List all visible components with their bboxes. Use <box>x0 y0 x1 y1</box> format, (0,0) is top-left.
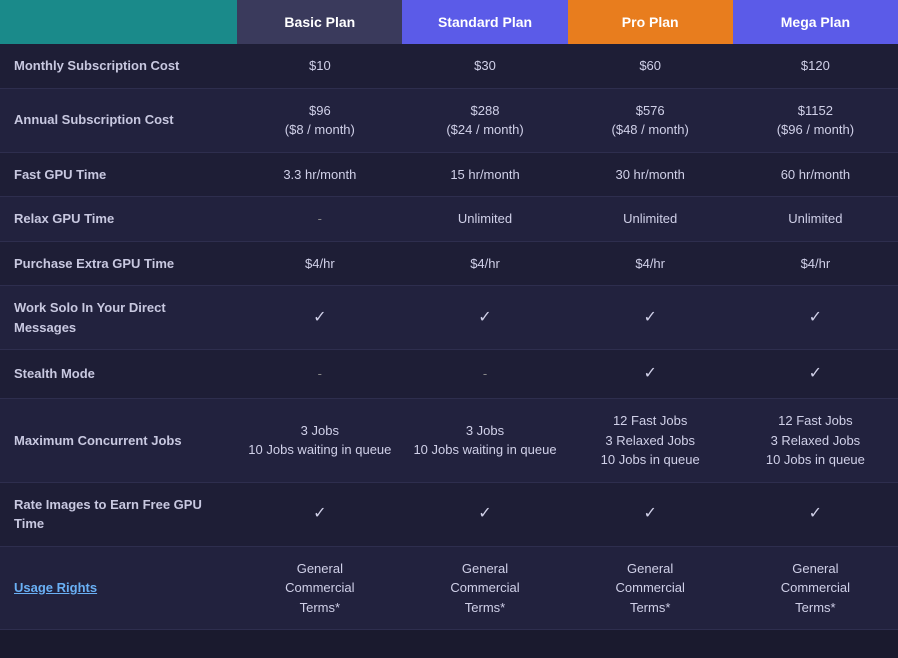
table-row: Purchase Extra GPU Time$4/hr$4/hr$4/hr$4… <box>0 241 898 286</box>
mega-cell: $120 <box>733 44 898 88</box>
mega-cell: ✓ <box>733 286 898 350</box>
table-body: Monthly Subscription Cost$10$30$60$120An… <box>0 44 898 630</box>
basic-cell: $96($8 / month) <box>237 88 402 152</box>
table-row: Stealth Mode - - ✓ ✓ <box>0 350 898 399</box>
standard-cell: - <box>402 350 567 399</box>
feature-cell: Maximum Concurrent Jobs <box>0 399 237 483</box>
feature-cell: Work Solo In Your Direct Messages <box>0 286 237 350</box>
mega-cell: Unlimited <box>733 197 898 242</box>
mega-cell: $1152($96 / month) <box>733 88 898 152</box>
checkmark-icon: ✓ <box>313 309 326 326</box>
table-row: Work Solo In Your Direct Messages ✓ ✓ ✓ ✓ <box>0 286 898 350</box>
mega-cell: 12 Fast Jobs3 Relaxed Jobs10 Jobs in que… <box>733 399 898 483</box>
basic-cell: 3.3 hr/month <box>237 152 402 197</box>
basic-cell: $4/hr <box>237 241 402 286</box>
basic-plan-header: Basic Plan <box>237 0 402 44</box>
basic-cell: - <box>237 197 402 242</box>
standard-cell: $30 <box>402 44 567 88</box>
feature-header <box>0 0 237 44</box>
standard-cell: 15 hr/month <box>402 152 567 197</box>
pro-cell: 30 hr/month <box>568 152 733 197</box>
mega-cell: $4/hr <box>733 241 898 286</box>
mega-cell: ✓ <box>733 482 898 546</box>
table-row: Usage RightsGeneralCommercialTerms*Gener… <box>0 546 898 630</box>
basic-cell: ✓ <box>237 286 402 350</box>
table-row: Rate Images to Earn Free GPU Time ✓ ✓ ✓ ✓ <box>0 482 898 546</box>
table-row: Fast GPU Time3.3 hr/month15 hr/month30 h… <box>0 152 898 197</box>
usage-rights-link[interactable]: Usage Rights <box>14 580 97 595</box>
standard-cell: $288($24 / month) <box>402 88 567 152</box>
checkmark-icon: ✓ <box>809 505 822 522</box>
standard-cell: $4/hr <box>402 241 567 286</box>
mega-cell: 60 hr/month <box>733 152 898 197</box>
checkmark-icon: ✓ <box>478 505 491 522</box>
pro-cell: Unlimited <box>568 197 733 242</box>
table-header: Basic Plan Standard Plan Pro Plan Mega P… <box>0 0 898 44</box>
dash-icon: - <box>483 366 487 381</box>
checkmark-icon: ✓ <box>643 309 656 326</box>
checkmark-icon: ✓ <box>478 309 491 326</box>
mega-plan-header: Mega Plan <box>733 0 898 44</box>
pro-cell: ✓ <box>568 482 733 546</box>
pro-cell: 12 Fast Jobs3 Relaxed Jobs10 Jobs in que… <box>568 399 733 483</box>
dash-icon: - <box>318 211 322 226</box>
table-row: Maximum Concurrent Jobs3 Jobs10 Jobs wai… <box>0 399 898 483</box>
basic-cell: $10 <box>237 44 402 88</box>
table-row: Monthly Subscription Cost$10$30$60$120 <box>0 44 898 88</box>
pro-cell: $4/hr <box>568 241 733 286</box>
table-row: Relax GPU Time-UnlimitedUnlimitedUnlimit… <box>0 197 898 242</box>
pro-cell: $576($48 / month) <box>568 88 733 152</box>
pro-cell: ✓ <box>568 286 733 350</box>
pricing-table: Basic Plan Standard Plan Pro Plan Mega P… <box>0 0 898 630</box>
feature-cell: Fast GPU Time <box>0 152 237 197</box>
feature-cell: Rate Images to Earn Free GPU Time <box>0 482 237 546</box>
checkmark-icon: ✓ <box>313 505 326 522</box>
checkmark-icon: ✓ <box>809 309 822 326</box>
standard-cell: GeneralCommercialTerms* <box>402 546 567 630</box>
basic-cell: - <box>237 350 402 399</box>
basic-cell: 3 Jobs10 Jobs waiting in queue <box>237 399 402 483</box>
standard-cell: 3 Jobs10 Jobs waiting in queue <box>402 399 567 483</box>
feature-cell: Monthly Subscription Cost <box>0 44 237 88</box>
standard-cell: Unlimited <box>402 197 567 242</box>
table-row: Annual Subscription Cost$96($8 / month)$… <box>0 88 898 152</box>
pro-cell: ✓ <box>568 350 733 399</box>
mega-cell: GeneralCommercialTerms* <box>733 546 898 630</box>
pricing-table-container: Basic Plan Standard Plan Pro Plan Mega P… <box>0 0 898 630</box>
header-row: Basic Plan Standard Plan Pro Plan Mega P… <box>0 0 898 44</box>
feature-cell[interactable]: Usage Rights <box>0 546 237 630</box>
pro-cell: GeneralCommercialTerms* <box>568 546 733 630</box>
dash-icon: - <box>318 366 322 381</box>
pro-plan-header: Pro Plan <box>568 0 733 44</box>
checkmark-icon: ✓ <box>809 365 822 382</box>
basic-cell: ✓ <box>237 482 402 546</box>
basic-cell: GeneralCommercialTerms* <box>237 546 402 630</box>
feature-cell: Purchase Extra GPU Time <box>0 241 237 286</box>
standard-cell: ✓ <box>402 286 567 350</box>
feature-cell: Annual Subscription Cost <box>0 88 237 152</box>
feature-cell: Relax GPU Time <box>0 197 237 242</box>
standard-cell: ✓ <box>402 482 567 546</box>
checkmark-icon: ✓ <box>643 505 656 522</box>
pro-cell: $60 <box>568 44 733 88</box>
feature-cell: Stealth Mode <box>0 350 237 399</box>
checkmark-icon: ✓ <box>643 365 656 382</box>
standard-plan-header: Standard Plan <box>402 0 567 44</box>
mega-cell: ✓ <box>733 350 898 399</box>
